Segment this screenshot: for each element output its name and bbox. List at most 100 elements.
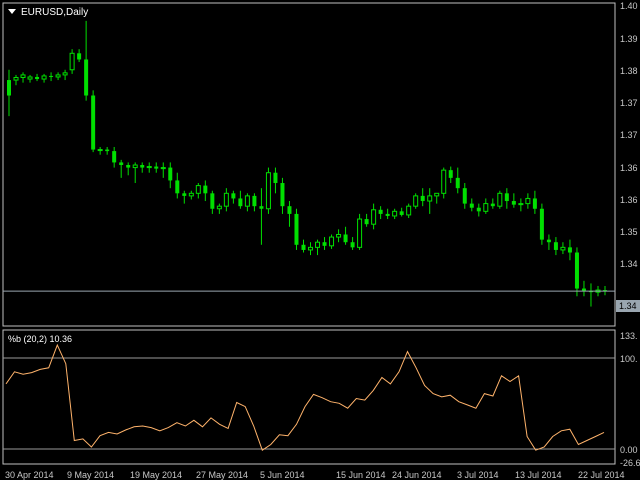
candle-body bbox=[476, 207, 481, 212]
price-axis-label: 1.40 bbox=[620, 1, 638, 11]
time-axis-label: 13 Jul 2014 bbox=[515, 470, 562, 480]
candle-body bbox=[294, 213, 299, 245]
indicator-axis-label: -26.6 bbox=[620, 458, 640, 468]
candle-body bbox=[273, 172, 278, 184]
candle-body bbox=[308, 246, 314, 251]
chart-background bbox=[0, 0, 640, 480]
candle-body bbox=[27, 76, 33, 80]
price-axis-label: 1.37 bbox=[620, 98, 638, 108]
candle-body bbox=[210, 193, 215, 209]
indicator-title: %b (20,2) 10.36 bbox=[8, 334, 72, 344]
candle-body bbox=[364, 219, 369, 225]
candle-body bbox=[13, 76, 19, 81]
candle-body bbox=[49, 75, 54, 77]
candle-body bbox=[97, 149, 103, 152]
candle-body bbox=[168, 167, 173, 181]
candle-body bbox=[385, 213, 390, 216]
candle-body bbox=[119, 162, 124, 165]
candle-body bbox=[420, 195, 425, 202]
candle-body bbox=[62, 72, 68, 76]
candle-body bbox=[315, 241, 321, 248]
candle bbox=[413, 193, 419, 209]
candle-body bbox=[140, 165, 145, 168]
price-axis-label: 1.39 bbox=[620, 34, 638, 44]
candle bbox=[539, 203, 544, 245]
candle-body bbox=[154, 166, 159, 169]
candle-body bbox=[231, 193, 236, 199]
candle-body bbox=[160, 167, 166, 170]
candle-body bbox=[434, 192, 440, 197]
candle-body bbox=[223, 192, 229, 207]
candle-body bbox=[41, 75, 47, 80]
symbol-label: EURUSD,Daily bbox=[21, 7, 88, 18]
candle-body bbox=[392, 210, 398, 217]
candle-body bbox=[244, 195, 250, 207]
candle-body bbox=[371, 209, 377, 225]
candle-body bbox=[195, 185, 201, 194]
candle-body bbox=[7, 80, 11, 96]
candle-body bbox=[238, 198, 243, 207]
price-axis-label: 1.35 bbox=[620, 227, 638, 237]
candle bbox=[294, 208, 299, 250]
indicator-axis-label: 0.00 bbox=[620, 445, 638, 455]
candle-body bbox=[511, 201, 516, 205]
candle-body bbox=[329, 236, 335, 247]
candle-body bbox=[84, 59, 89, 96]
candle-body bbox=[497, 192, 503, 207]
time-axis-label: 22 Jul 2014 bbox=[578, 470, 625, 480]
trading-chart[interactable]: EURUSD,Daily %b (20,2) 10.36 1.40 1.39 1… bbox=[0, 0, 640, 480]
candle-body bbox=[525, 197, 531, 205]
price-axis-label: 1.36 bbox=[620, 163, 638, 173]
price-axis-label: 1.34 bbox=[620, 259, 638, 269]
time-axis-label: 27 May 2014 bbox=[196, 470, 248, 480]
time-axis-label: 19 May 2014 bbox=[130, 470, 182, 480]
candle-body bbox=[560, 246, 566, 251]
candle-body bbox=[413, 195, 419, 207]
candle-body bbox=[91, 95, 96, 150]
candle-body bbox=[448, 170, 453, 178]
candle-body bbox=[132, 164, 138, 169]
candle bbox=[497, 190, 503, 209]
candle-body bbox=[343, 234, 348, 243]
indicator-axis-label: 133. bbox=[620, 331, 638, 341]
price-axis-label: 1.36 bbox=[620, 195, 638, 205]
candle-body bbox=[406, 205, 412, 216]
candle-body bbox=[301, 244, 306, 250]
candle bbox=[69, 49, 75, 74]
price-axis-label: 1.37 bbox=[620, 130, 638, 140]
candle-body bbox=[455, 177, 460, 189]
indicator-axis-label: 100. bbox=[620, 354, 638, 364]
candle-body bbox=[546, 239, 551, 243]
time-axis-label: 9 May 2014 bbox=[67, 470, 114, 480]
candle-body bbox=[105, 149, 110, 152]
candle-body bbox=[35, 76, 40, 80]
candle-body bbox=[378, 209, 383, 214]
current-price-label: 1.34 bbox=[619, 301, 637, 311]
candle-body bbox=[350, 242, 355, 248]
candle-body bbox=[539, 208, 544, 240]
candle-body bbox=[504, 193, 509, 202]
price-axis[interactable]: 1.40 1.39 1.38 1.37 1.37 1.36 1.36 1.35 … bbox=[620, 1, 638, 269]
candle-body bbox=[188, 192, 194, 197]
candle-body bbox=[483, 203, 489, 212]
time-axis-label: 15 Jun 2014 bbox=[336, 470, 386, 480]
candle bbox=[357, 213, 363, 250]
candle-body bbox=[252, 195, 257, 207]
candle-body bbox=[574, 252, 579, 289]
candle-body bbox=[216, 205, 222, 210]
time-axis-label: 24 Jun 2014 bbox=[392, 470, 442, 480]
candle-body bbox=[265, 172, 271, 210]
candle-body bbox=[322, 242, 327, 246]
candle-body bbox=[532, 198, 537, 209]
candle-body bbox=[462, 188, 467, 204]
candle-body bbox=[518, 203, 524, 206]
candle-body bbox=[441, 169, 447, 194]
price-axis-label: 1.38 bbox=[620, 66, 638, 76]
candle-body bbox=[69, 52, 75, 71]
candle-body bbox=[126, 165, 131, 168]
candle-body bbox=[259, 206, 264, 209]
candle-body bbox=[55, 74, 61, 78]
time-axis-label: 5 Jun 2014 bbox=[260, 470, 305, 480]
candle-body bbox=[469, 203, 474, 208]
candle-body bbox=[553, 242, 558, 250]
